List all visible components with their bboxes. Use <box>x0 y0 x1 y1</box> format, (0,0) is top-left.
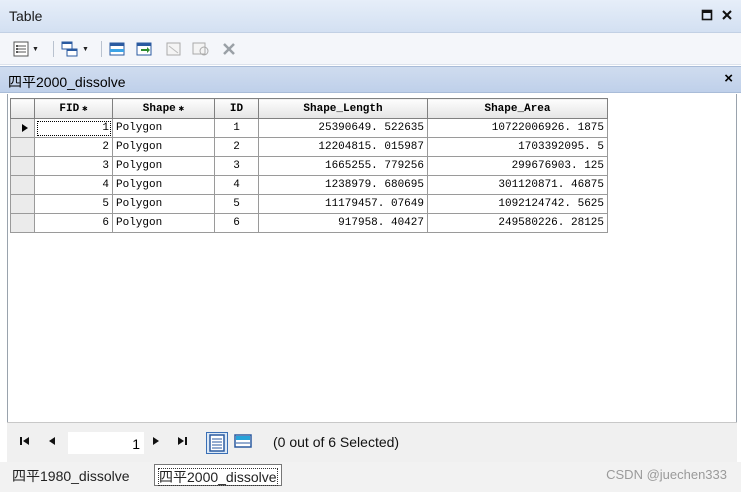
row-selector[interactable] <box>10 213 35 233</box>
cell-fid[interactable]: 6 <box>34 213 113 233</box>
column-header-shape-length[interactable]: Shape_Length <box>258 98 428 119</box>
key-field-icon: ✱ <box>82 103 88 114</box>
show-selected-records-button[interactable] <box>233 432 255 454</box>
cell-shape-length[interactable]: 11179457. 07649 <box>258 194 428 214</box>
table-toolbar: ▼ ▼ <box>0 33 741 65</box>
table-name: 四平2000_dissolve <box>8 74 126 90</box>
delete-selected-button[interactable] <box>221 40 237 58</box>
current-record-input[interactable]: 1 <box>67 431 145 455</box>
show-all-records-icon <box>209 434 225 452</box>
column-header-shape-area[interactable]: Shape_Area <box>427 98 608 119</box>
cell-shape-length[interactable]: 12204815. 015987 <box>258 137 428 157</box>
cell-id[interactable]: 2 <box>214 137 259 157</box>
table-row[interactable]: 4 Polygon 4 1238979. 680695 301120871. 4… <box>10 175 608 195</box>
attribute-table: FID ✱ Shape ✱ ID Shape_Length Shape_Area 1… <box>10 98 608 233</box>
related-tables-icon <box>61 41 78 57</box>
cell-shape[interactable]: Polygon <box>112 118 215 138</box>
switch-selection-icon <box>136 42 152 56</box>
row-selector[interactable] <box>10 194 35 214</box>
cell-fid[interactable]: 3 <box>34 156 113 176</box>
zoom-to-selected-button[interactable] <box>191 40 211 58</box>
last-record-icon[interactable] <box>177 436 189 449</box>
tab-siping2000-dissolve[interactable]: 四平2000_dissolve <box>154 464 282 486</box>
cell-shape[interactable]: Polygon <box>112 137 215 157</box>
show-selected-records-icon <box>234 434 252 448</box>
selection-count-text: (0 out of 6 Selected) <box>273 434 400 450</box>
close-window-icon[interactable] <box>719 7 735 23</box>
row-selector[interactable] <box>10 137 35 157</box>
clear-selection-icon <box>166 42 181 56</box>
cell-shape[interactable]: Polygon <box>112 156 215 176</box>
cell-fid[interactable]: 1 <box>34 118 113 138</box>
cell-fid[interactable]: 5 <box>34 194 113 214</box>
column-header-shape[interactable]: Shape ✱ <box>112 98 215 119</box>
table-tabs-bar: 四平1980_dissolve 四平2000_dissolve CSDN @ju… <box>0 462 741 492</box>
cell-shape[interactable]: Polygon <box>112 213 215 233</box>
restore-window-icon[interactable] <box>699 7 715 23</box>
row-selector[interactable] <box>10 156 35 176</box>
cell-id[interactable]: 4 <box>214 175 259 195</box>
delete-icon <box>223 43 235 55</box>
table-name-header: 四平2000_dissolve × <box>0 66 741 93</box>
chevron-down-icon: ▼ <box>82 45 89 53</box>
first-record-icon[interactable] <box>19 436 31 449</box>
cell-fid[interactable]: 2 <box>34 137 113 157</box>
table-options-icon <box>13 41 29 57</box>
cell-id[interactable]: 5 <box>214 194 259 214</box>
related-tables-button[interactable]: ▼ <box>60 40 89 58</box>
window-title: Table <box>9 8 43 24</box>
table-row[interactable]: 2 Polygon 2 12204815. 015987 1703392095.… <box>10 137 608 157</box>
row-selector[interactable] <box>10 175 35 195</box>
watermark: CSDN @juechen333 <box>606 467 727 482</box>
next-record-icon[interactable] <box>151 436 161 449</box>
attribute-grid[interactable]: FID ✱ Shape ✱ ID Shape_Length Shape_Area 1… <box>7 94 737 422</box>
table-row[interactable]: 5 Polygon 5 11179457. 07649 1092124742. … <box>10 194 608 214</box>
cell-shape-area[interactable]: 10722006926. 1875 <box>427 118 608 138</box>
cell-shape-length[interactable]: 1238979. 680695 <box>258 175 428 195</box>
select-by-attributes-button[interactable] <box>108 40 128 58</box>
row-selector-header[interactable] <box>10 98 35 119</box>
table-row[interactable]: 1 Polygon 1 25390649. 522635 10722006926… <box>10 118 608 138</box>
cell-shape-area[interactable]: 1092124742. 5625 <box>427 194 608 214</box>
column-header-fid[interactable]: FID ✱ <box>34 98 113 119</box>
key-field-icon: ✱ <box>178 103 185 114</box>
cell-shape-length[interactable]: 25390649. 522635 <box>258 118 428 138</box>
previous-record-icon[interactable] <box>47 436 57 449</box>
record-navigation-bar: 1 (0 out of 6 Selected) <box>7 422 737 462</box>
zoom-to-selected-icon <box>192 42 209 56</box>
select-by-attributes-icon <box>109 42 125 56</box>
table-row[interactable]: 6 Polygon 6 917958. 40427 249580226. 281… <box>10 213 608 233</box>
window-titlebar: Table <box>0 0 741 33</box>
chevron-down-icon: ▼ <box>32 45 39 53</box>
table-row[interactable]: 3 Polygon 3 1665255. 779256 299676903. 1… <box>10 156 608 176</box>
cell-fid[interactable]: 4 <box>34 175 113 195</box>
cell-id[interactable]: 6 <box>214 213 259 233</box>
cell-id[interactable]: 3 <box>214 156 259 176</box>
current-row-pointer-icon <box>22 124 28 132</box>
header-row: FID ✱ Shape ✱ ID Shape_Length Shape_Area <box>10 98 608 119</box>
row-selector[interactable] <box>10 118 35 138</box>
show-all-records-button[interactable] <box>206 432 228 454</box>
column-header-id[interactable]: ID <box>214 98 259 119</box>
switch-selection-button[interactable] <box>135 40 155 58</box>
cell-shape[interactable]: Polygon <box>112 194 215 214</box>
close-table-icon[interactable]: × <box>724 70 733 87</box>
cell-shape-area[interactable]: 1703392095. 5 <box>427 137 608 157</box>
cell-id[interactable]: 1 <box>214 118 259 138</box>
cell-shape-area[interactable]: 249580226. 28125 <box>427 213 608 233</box>
table-options-button[interactable]: ▼ <box>12 40 39 58</box>
tab-siping1980-dissolve[interactable]: 四平1980_dissolve <box>8 464 134 486</box>
cell-shape-area[interactable]: 301120871. 46875 <box>427 175 608 195</box>
cell-shape-length[interactable]: 1665255. 779256 <box>258 156 428 176</box>
cell-shape[interactable]: Polygon <box>112 175 215 195</box>
cell-shape-area[interactable]: 299676903. 125 <box>427 156 608 176</box>
cell-shape-length[interactable]: 917958. 40427 <box>258 213 428 233</box>
clear-selection-button[interactable] <box>165 40 183 58</box>
